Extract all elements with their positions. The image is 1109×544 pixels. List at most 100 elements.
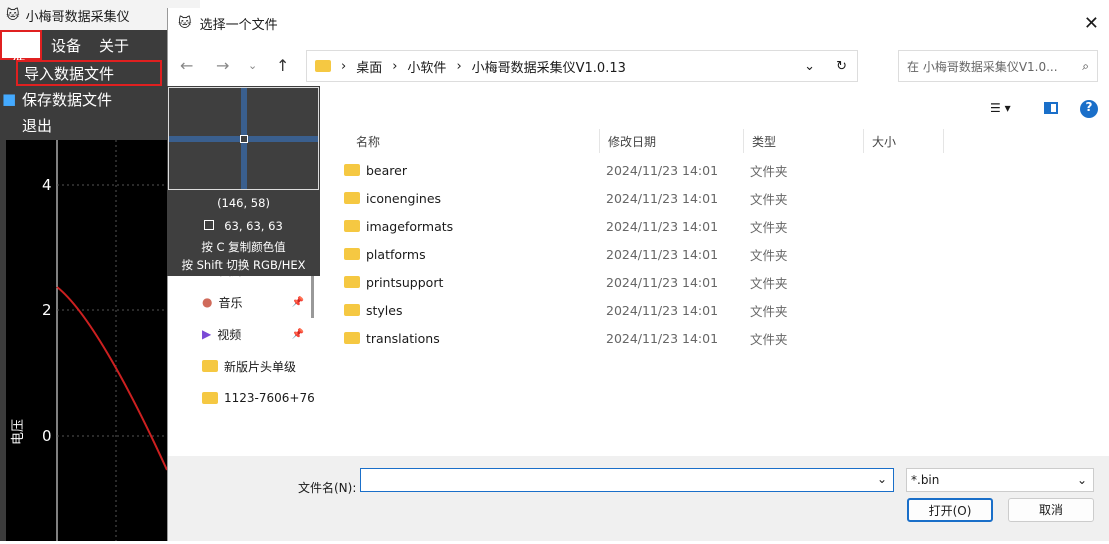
refresh-icon[interactable]: ↻: [836, 59, 847, 74]
pixel-coordinates: (146, 58): [217, 196, 270, 210]
file-date: 2024/11/23 14:01: [606, 246, 719, 262]
back-arrow-icon[interactable]: ←: [180, 56, 193, 75]
file-row[interactable]: iconengines 2024/11/23 14:01 文件夹: [324, 184, 1109, 212]
sidebar-label: 1123-7606+76: [224, 391, 315, 405]
magnifier: [168, 87, 319, 190]
sidebar-label: 新版片头单级: [224, 359, 297, 374]
voltage-series-line: [56, 286, 168, 471]
file-date: 2024/11/23 14:01: [606, 274, 719, 290]
sidebar-item-videos[interactable]: ▶ 视频 📌: [168, 318, 318, 350]
sidebar-item-folder[interactable]: 新版片头单级: [168, 350, 318, 382]
color-swatch: [204, 220, 215, 230]
file-type: 文件夹: [750, 275, 788, 291]
pin-icon: 📌: [291, 328, 304, 340]
toggle-hint: 按 Shift 切换 RGB/HEX: [181, 258, 306, 272]
breadcrumb-soft[interactable]: 小软件: [407, 57, 446, 76]
folder-icon: [344, 164, 360, 176]
file-name: bearer: [324, 163, 600, 178]
file-row[interactable]: platforms 2024/11/23 14:01 文件夹: [324, 240, 1109, 268]
file-type: 文件夹: [750, 219, 788, 235]
file-name: printsupport: [324, 275, 600, 290]
music-icon: ●: [202, 295, 213, 309]
file-name-text: bearer: [366, 162, 407, 178]
file-name-text: platforms: [366, 246, 426, 262]
save-icon: ■: [2, 90, 17, 108]
dialog-footer: 文件名(N): ⌄ *.bin ⌄ 打开(O) 取消: [168, 456, 1109, 541]
list-header: 名称 修改日期 类型 大小: [324, 126, 1109, 156]
file-type: 文件夹: [750, 191, 788, 207]
column-date[interactable]: 修改日期: [600, 129, 744, 153]
color-picker-overlay: (146, 58) 63, 63, 63 按 C 复制颜色值 按 Shift 切…: [167, 86, 320, 276]
file-date: 2024/11/23 14:01: [606, 302, 719, 318]
file-row[interactable]: printsupport 2024/11/23 14:01 文件夹: [324, 268, 1109, 296]
file-date: 2024/11/23 14:01: [606, 162, 719, 178]
folder-icon: [344, 192, 360, 204]
chart-svg: 4 2 0 电压: [11, 140, 168, 541]
file-name: iconengines: [324, 191, 600, 206]
forward-arrow-icon[interactable]: →: [216, 56, 229, 75]
file-row[interactable]: translations 2024/11/23 14:01 文件夹: [324, 324, 1109, 352]
menu-about[interactable]: 关于: [90, 35, 138, 56]
folder-icon: [344, 332, 360, 344]
crosshair-icon: [240, 135, 248, 143]
folder-icon: [202, 360, 218, 372]
file-name: imageformats: [324, 219, 600, 234]
copy-hint: 按 C 复制颜色值: [201, 240, 286, 254]
breadcrumb-desktop[interactable]: 桌面: [356, 57, 382, 76]
file-name-text: printsupport: [366, 274, 444, 290]
file-name: translations: [324, 331, 600, 346]
dropdown-chevron-icon[interactable]: ⌄: [804, 59, 815, 74]
up-arrow-icon[interactable]: ↑: [276, 56, 289, 75]
file-name-text: translations: [366, 330, 440, 346]
file-type: 文件夹: [750, 163, 788, 179]
column-type[interactable]: 类型: [744, 129, 864, 153]
save-label: 保存数据文件: [22, 90, 113, 109]
rgb-value: 63, 63, 63: [224, 219, 283, 233]
file-list: 名称 修改日期 类型 大小 bearer 2024/11/23 14:01 文件夹 i…: [324, 126, 1109, 456]
dialog-titlebar: 🐱 选择一个文件: [168, 8, 1109, 38]
file-date: 2024/11/23 14:01: [606, 190, 719, 206]
file-row[interactable]: bearer 2024/11/23 14:01 文件夹: [324, 156, 1109, 184]
sidebar-item-folder[interactable]: 1123-7606+76: [168, 382, 318, 414]
recent-chevron-icon[interactable]: ⌄: [248, 59, 257, 72]
file-name-text: styles: [366, 302, 403, 318]
import-label: 导入数据文件: [24, 64, 115, 83]
chevron-down-icon: ⌄: [1076, 473, 1087, 487]
file-row[interactable]: styles 2024/11/23 14:01 文件夹: [324, 296, 1109, 324]
search-icon: ⌕: [1082, 58, 1089, 73]
chevron-down-icon[interactable]: ⌄: [877, 472, 887, 486]
file-type: 文件夹: [750, 247, 788, 263]
menu-item-import[interactable]: 导入数据文件: [16, 60, 162, 86]
menu-item-exit[interactable]: 退出: [0, 112, 166, 138]
search-input[interactable]: 在 小梅哥数据采集仪V1.0... ⌕: [898, 50, 1098, 82]
help-icon[interactable]: ?: [1080, 100, 1098, 118]
folder-icon: [344, 276, 360, 288]
close-icon[interactable]: ✕: [1084, 13, 1099, 34]
sidebar-item-music[interactable]: ● 音乐 📌: [168, 286, 318, 318]
file-date: 2024/11/23 14:01: [606, 330, 719, 346]
app-title: 小梅哥数据采集仪: [25, 9, 130, 25]
y-axis-label: 电压: [11, 419, 26, 445]
menu-item-save[interactable]: ■ 保存数据文件: [0, 86, 166, 112]
column-size[interactable]: 大小: [864, 129, 944, 153]
y-tick-4: 4: [42, 176, 52, 194]
preview-pane-icon[interactable]: [1044, 102, 1058, 114]
breadcrumb-current[interactable]: 小梅哥数据采集仪V1.0.13: [472, 57, 626, 76]
menu-device[interactable]: 设备: [42, 35, 90, 56]
filename-input[interactable]: ⌄: [360, 468, 894, 492]
file-type-select[interactable]: *.bin ⌄: [906, 468, 1094, 492]
address-bar[interactable]: › 桌面 › 小软件 › 小梅哥数据采集仪V1.0.13 ⌄ ↻: [306, 50, 858, 82]
open-button[interactable]: 打开(O): [907, 498, 993, 522]
dialog-logo-icon: 🐱: [178, 15, 192, 31]
filename-label: 文件名(N):: [298, 481, 357, 495]
navigation-bar: ← → ⌄ ↑ › 桌面 › 小软件 › 小梅哥数据采集仪V1.0.13 ⌄ ↻ 在…: [168, 46, 1109, 86]
menu-file[interactable]: 文件: [0, 30, 42, 73]
y-tick-0: 0: [42, 427, 52, 445]
cancel-button[interactable]: 取消: [1008, 498, 1094, 522]
column-name[interactable]: 名称: [324, 129, 600, 153]
file-name-text: imageformats: [366, 218, 454, 234]
file-name: styles: [324, 303, 600, 318]
view-menu-icon[interactable]: ☰ ▾: [990, 101, 1011, 115]
file-row[interactable]: imageformats 2024/11/23 14:01 文件夹: [324, 212, 1109, 240]
folder-icon: [315, 60, 331, 72]
